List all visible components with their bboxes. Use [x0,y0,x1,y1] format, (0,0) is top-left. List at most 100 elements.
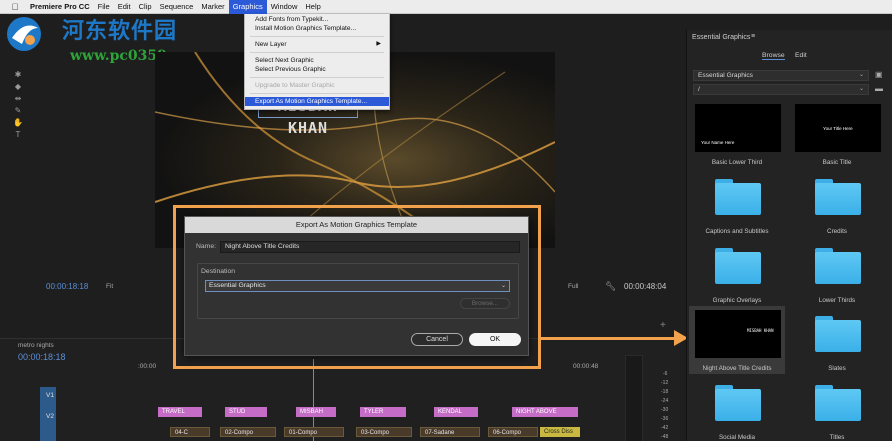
meter-tick: -30 [661,407,669,413]
folder-icon[interactable]: ▬ [875,84,883,93]
menu-edit[interactable]: Edit [114,0,135,14]
tile-basic-lower-third[interactable]: Your Name Here Basic Lower Third [689,100,785,168]
tile-lower-thirds[interactable]: Lower Thirds [789,238,885,306]
meter-tick: -48 [661,434,669,440]
tab-edit[interactable]: Edit [795,52,807,59]
source-select[interactable]: Essential Graphics ⌄ [693,70,869,81]
ruler-start: :00:00 [138,363,157,370]
menu-separator [250,93,384,94]
menu-clip[interactable]: Clip [135,0,156,14]
clip-02[interactable]: 02-Compo [220,427,276,437]
menu-bar:  Premiere Pro CC File Edit Clip Sequenc… [0,0,892,14]
tile-label: Slates [828,365,846,372]
folder-icon [715,385,761,421]
menu-file[interactable]: File [94,0,114,14]
menu-item-new-layer[interactable]: New Layer ▶ [245,40,389,49]
menu-item-select-previous[interactable]: Select Previous Graphic [245,65,389,74]
menu-window[interactable]: Window [267,0,302,14]
meter-tick: -42 [661,425,669,431]
submenu-arrow-icon: ▶ [376,41,381,47]
menu-separator [250,52,384,53]
clip-06[interactable]: 06-Compo [488,427,538,437]
thumbnail: Your Title Here [795,104,881,152]
track-label-v2[interactable]: V2 [46,413,54,420]
clip-01[interactable]: 01-Compo [284,427,344,437]
thumbnail-text: MISBAH KHAN [747,328,774,333]
menu-item-add-fonts[interactable]: Add Fonts from Typekit... [245,15,389,24]
tile-slates[interactable]: Slates [789,306,885,374]
thumbnail: Your Name Here [695,104,781,152]
tile-basic-title[interactable]: Your Title Here Basic Title [789,100,885,168]
clip-07[interactable]: 07-Sadane [420,427,480,437]
apple-icon[interactable]:  [8,2,22,12]
meter-bar [625,355,643,441]
clip-tyler[interactable]: TYLER [360,407,406,417]
menu-help[interactable]: Help [301,0,324,14]
timeline-timecode[interactable]: 00:00:18:18 [18,352,66,362]
track-label-v1[interactable]: V1 [46,392,54,399]
clip-stud[interactable]: STUD [225,407,267,417]
menu-item-export-template[interactable]: Export As Motion Graphics Template... [245,97,389,106]
ruler-end: 00:00:48 [573,363,599,370]
menu-separator [250,36,384,37]
folder-icon [715,179,761,215]
pen-icon[interactable]: ✎ [8,106,28,118]
menu-item-select-next[interactable]: Select Next Graphic [245,56,389,65]
tile-night-above-title-credits[interactable]: MISBAH KHAN Night Above Title Credits [689,306,785,374]
folder-icon [715,248,761,284]
tab-browse[interactable]: Browse [762,52,785,60]
panel-title[interactable]: Essential Graphics [692,34,750,41]
clip-03[interactable]: 03-Compo [356,427,412,437]
template-name-input[interactable]: Night Above Title Credits [220,241,520,253]
browse-button: Browse... [460,298,510,309]
fit-dropdown[interactable]: Fit [106,283,113,290]
folder-icon [815,316,861,352]
tile-graphic-overlays[interactable]: Graphic Overlays [689,238,785,306]
folder-browse-icon[interactable]: ▣ [875,70,883,79]
type-tool-icon[interactable]: T [8,130,28,142]
watermark-title: 河东软件园 [62,18,178,44]
menu-graphics[interactable]: Graphics [228,0,267,14]
menu-item-upgrade-master: Upgrade to Master Graphic [255,82,335,89]
slip-icon[interactable]: ⇹ [8,94,28,106]
meter-tick: -18 [661,389,669,395]
path-select[interactable]: / ⌄ [693,84,869,95]
sequence-tab[interactable]: metro nights [18,342,54,349]
callout-arrow-line [541,337,676,340]
tile-social-media[interactable]: Social Media [689,375,785,441]
menu-item-install-template[interactable]: Install Motion Graphics Template... [245,24,389,33]
name-label: Name: [196,243,217,250]
track-select-icon[interactable]: ✱ [8,70,28,82]
hand-icon[interactable]: ✋ [8,118,28,130]
destination-select[interactable]: Essential Graphics ⌄ [205,280,510,292]
meter-tick: -6 [663,371,668,377]
tile-captions-subtitles[interactable]: Captions and Subtitles [689,169,785,237]
panel-menu-icon[interactable]: ≡ [751,33,755,40]
path-value: / [698,86,700,93]
cancel-button[interactable]: Cancel [411,333,463,346]
tile-label: Social Media [718,434,756,441]
wrench-icon[interactable]: 🔧︎ [605,281,616,292]
chevron-down-icon: ⌄ [858,86,864,92]
menu-separator [250,77,384,78]
ok-button[interactable]: OK [469,333,521,346]
tile-titles[interactable]: Titles [789,375,885,441]
clip-night-above[interactable]: NIGHT ABOVE [512,407,578,417]
add-button-icon[interactable]: + [660,320,666,331]
clip-04[interactable]: 04-C [170,427,210,437]
clip-kendal[interactable]: KENDAL [434,407,478,417]
menu-marker[interactable]: Marker [197,0,228,14]
meter-tick: -36 [661,416,669,422]
tile-label: Credits [827,228,847,235]
ripple-edit-icon[interactable]: ◆ [8,82,28,94]
program-timecode[interactable]: 00:00:18:18 [46,282,88,291]
menu-app[interactable]: Premiere Pro CC [26,0,94,14]
clip-misbah[interactable]: MISBAH [296,407,336,417]
menu-sequence[interactable]: Sequence [156,0,198,14]
folder-icon [815,179,861,215]
clip-cross-dissolve[interactable]: Cross Diss [540,427,580,437]
tile-credits[interactable]: Credits [789,169,885,237]
quality-dropdown[interactable]: Full [568,283,578,290]
clip-travel[interactable]: TRAVEL [158,407,202,417]
graphics-menu: Add Fonts from Typekit... Install Motion… [244,14,390,110]
